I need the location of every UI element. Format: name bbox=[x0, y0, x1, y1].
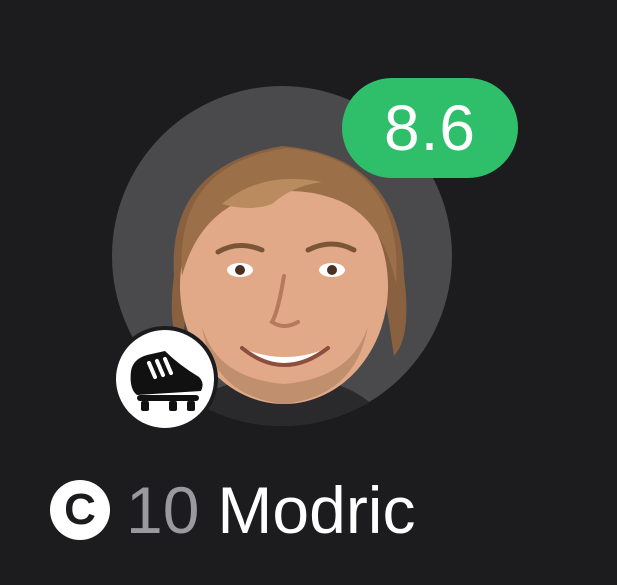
shirt-number: 10 bbox=[126, 473, 200, 547]
rating-badge: 8.6 bbox=[342, 78, 518, 178]
football-boot-badge bbox=[112, 326, 218, 432]
captain-icon: C bbox=[50, 480, 110, 540]
player-card[interactable]: 8.6 C 10 Modric bbox=[0, 0, 617, 585]
football-boot-icon bbox=[130, 351, 203, 411]
player-name-row: C 10 Modric bbox=[50, 470, 415, 550]
player-name: Modric bbox=[217, 473, 416, 547]
